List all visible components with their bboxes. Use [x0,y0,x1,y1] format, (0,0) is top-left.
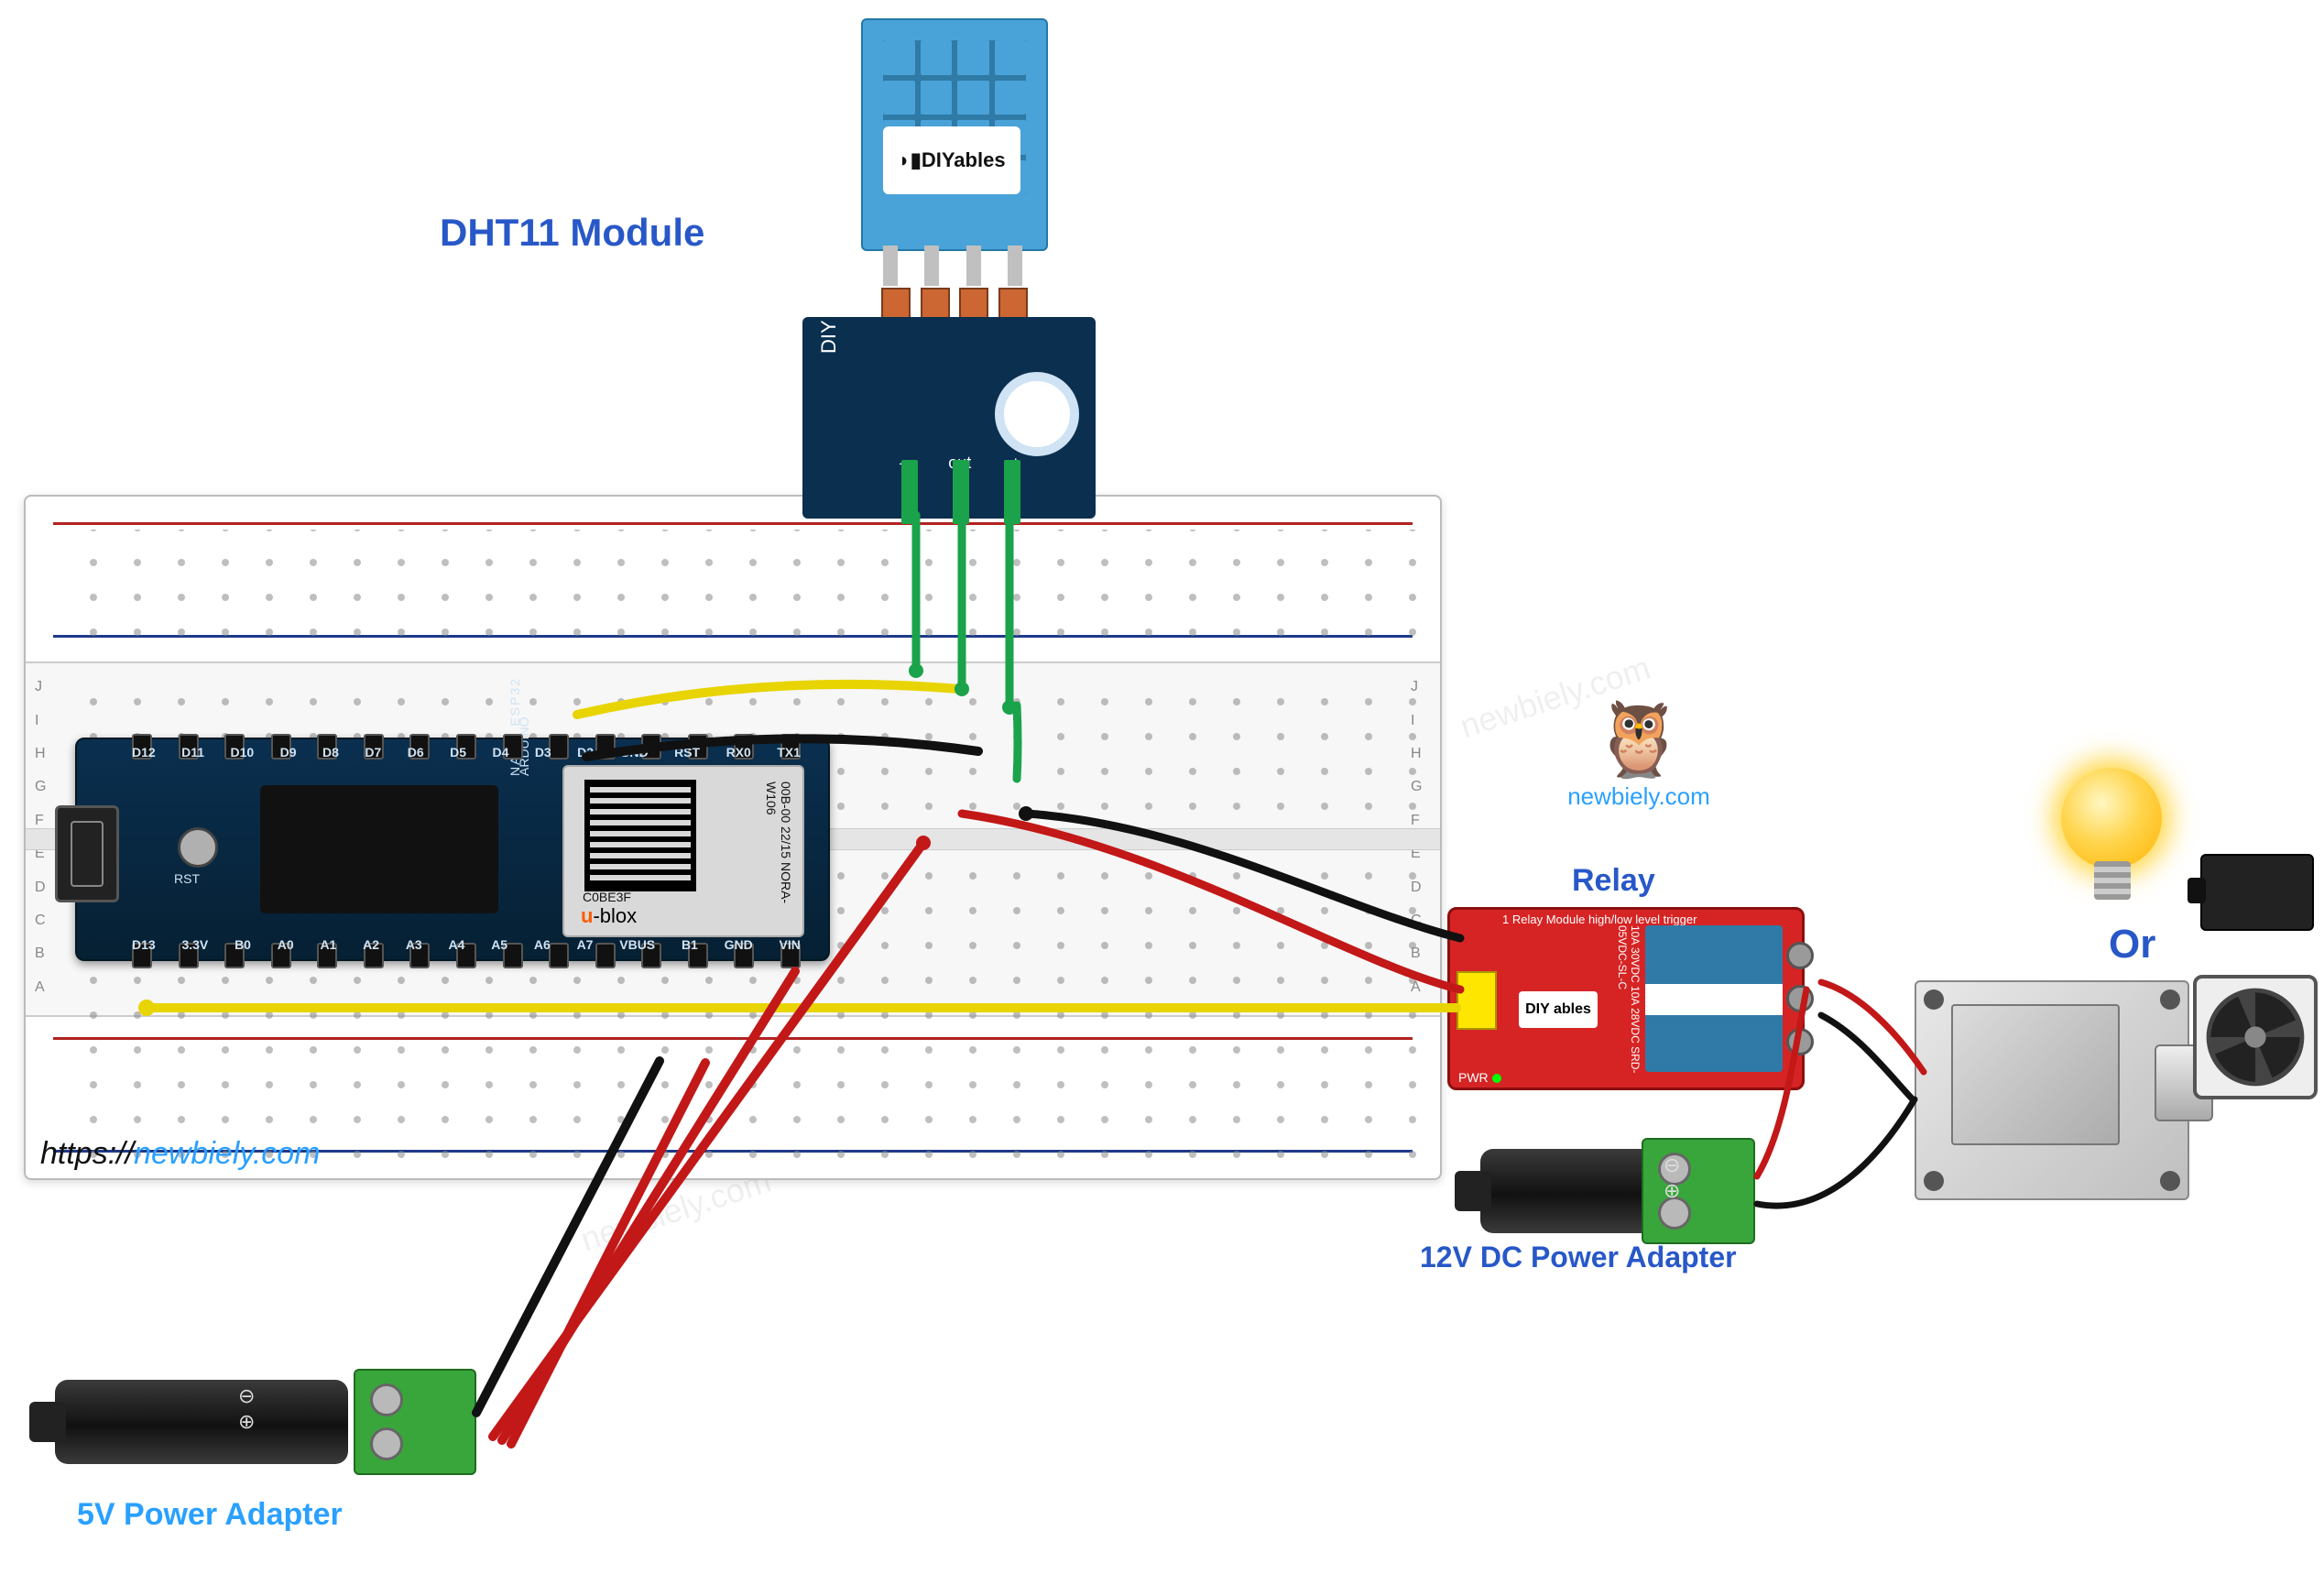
wifi-shield: 00B-00 22/15 NORA-W106 u-blox C0BE3F [562,765,804,937]
relay-label: Relay [1572,863,1655,899]
dht-pcb-brand: DIY ables [817,267,841,354]
mcu-chip [260,785,498,913]
relay-module: 1 Relay Module high/low level trigger DI… [1447,907,1805,1090]
reset-button [178,827,218,868]
dht11-module: ◗▮ DIYables DIY ables – out + [797,18,1108,550]
nano-pinlabels-top: D12D11D10 D9D8D7 D6D5D4 D3D2GND RSTRX0TX… [132,745,801,761]
or-label: Or [2109,922,2155,967]
relay-screw-terminals [1786,935,1810,1063]
arduino-nano-esp32: RST NANO ESP32 ARDUINO 00B-00 22/15 NORA… [75,738,830,961]
reset-label: RST [174,871,200,886]
ublox-logo: u-blox [581,904,637,928]
adapter-12v-label: 12V DC Power Adapter [1420,1241,1737,1274]
adapter-5v-label: 5V Power Adapter [77,1497,343,1533]
relay-brand: DIY ables [1519,991,1598,1028]
shield-code: C0BE3F [583,890,631,904]
site-link: https://newbiely.com [40,1136,321,1172]
relay-coil [1645,925,1783,1072]
relay-jumper [1457,971,1497,1030]
dc-jack-5v: ⊖⊕ [55,1356,476,1484]
dht11-label: DHT11 Module [440,211,704,255]
relay-pwr-led-label: PWR [1458,1070,1501,1085]
pump-icon [2200,854,2314,931]
relay-spec: 10A 30VDC 10A 28VDC SRD-05VDC-SL-C [1616,925,1642,1090]
dc-jack-12v: ⊖⊕ [1480,1125,1755,1253]
fan-icon [2193,975,2318,1099]
usb-c-port [55,805,119,902]
shield-rev: 00B-00 22/15 NORA-W106 [764,782,793,935]
lightbulb-icon [2052,768,2171,914]
nano-pinlabels-bottom: D133.3VB0 A0A1A2 A3A4A5 A6A7VBUS B1GNDVI… [132,937,801,954]
newbiely-logo: 🦉 newbiely.com [1543,696,1735,852]
qr-code [584,780,696,891]
relay-top-text: 1 Relay Module high/low level trigger [1502,913,1697,926]
diyables-logo: ◗▮ DIYables [883,126,1020,194]
solenoid-lock [1915,980,2189,1200]
